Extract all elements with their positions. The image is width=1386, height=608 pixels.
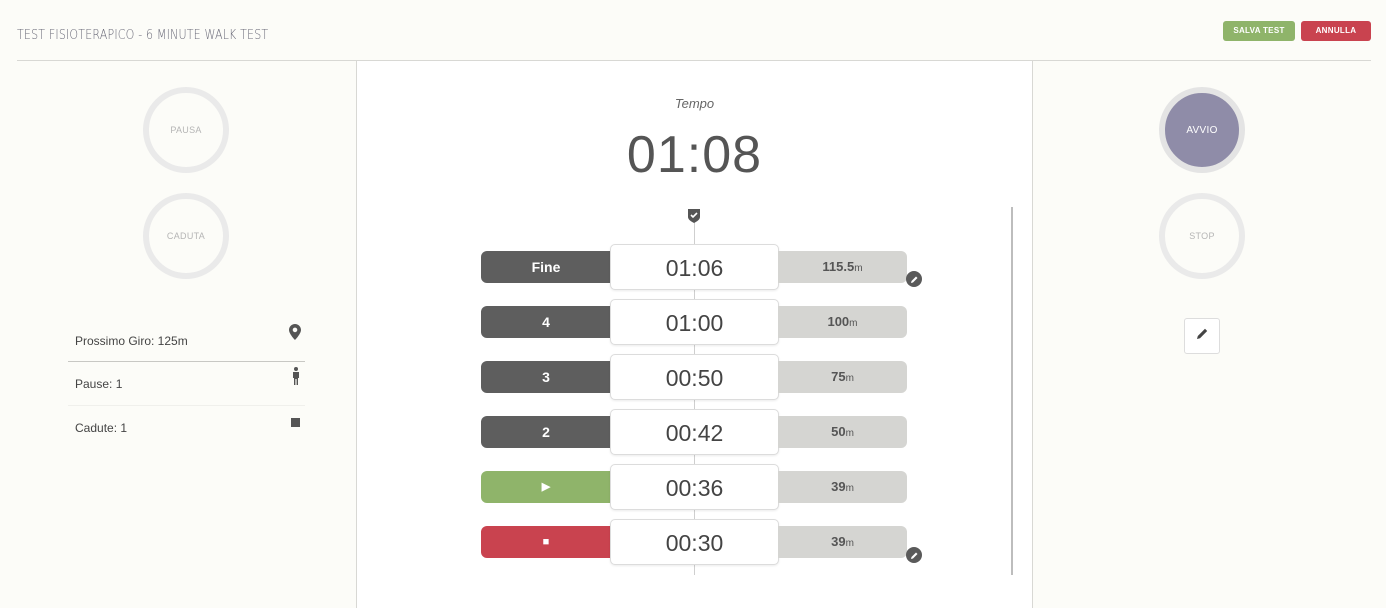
lap-distance: 39m xyxy=(778,526,907,558)
lap-row-start: ▶ 00:36 39m xyxy=(481,464,931,510)
timer-panel: Tempo 01:08 Fine 01:06 115.5m 4 01:00 10… xyxy=(357,61,1032,608)
info-row-pauses: Pause: 1 xyxy=(68,362,305,406)
info-row-falls: Cadute: 1 xyxy=(68,406,305,450)
lap-row-stop: ■ 00:30 39m xyxy=(481,519,931,565)
shield-check-icon xyxy=(687,208,701,228)
fall-button[interactable]: CADUTA xyxy=(143,193,229,279)
header-bar: TEST FISIOTERAPICO - 6 MINUTE WALK TEST … xyxy=(17,0,1371,61)
play-icon: ▶ xyxy=(481,471,611,503)
cancel-button[interactable]: ANNULLA xyxy=(1301,21,1371,41)
lap-distance: 50m xyxy=(778,416,907,448)
lap-time: 00:50 xyxy=(610,354,779,400)
edit-button[interactable] xyxy=(1184,318,1220,354)
tempo-value: 01:08 xyxy=(626,126,763,184)
info-list: Prossimo Giro: 125m Pause: 1 Cadute: 1 xyxy=(68,318,305,450)
lap-row: 3 00:50 75m xyxy=(481,354,931,400)
lap-time: 00:42 xyxy=(610,409,779,455)
edit-lap-icon[interactable] xyxy=(906,271,922,287)
scrollbar[interactable] xyxy=(1011,207,1013,575)
stop-square-icon: ■ xyxy=(481,526,611,558)
pencil-icon xyxy=(1196,327,1209,345)
lap-distance: 75m xyxy=(778,361,907,393)
lap-distance: 39m xyxy=(778,471,907,503)
lap-row: 2 00:42 50m xyxy=(481,409,931,455)
lap-row: Fine 01:06 115.5m xyxy=(481,244,931,290)
divider-right xyxy=(1032,61,1033,608)
square-icon xyxy=(291,416,300,430)
lap-label: Fine xyxy=(481,251,611,283)
lap-time: 00:36 xyxy=(610,464,779,510)
tempo-label: Tempo xyxy=(674,96,715,111)
start-button[interactable]: AVVIO xyxy=(1159,87,1245,173)
location-pin-icon xyxy=(289,324,301,343)
lap-time: 01:00 xyxy=(610,299,779,345)
pause-button[interactable]: PAUSA xyxy=(143,87,229,173)
lap-distance: 100m xyxy=(778,306,907,338)
lap-label: 3 xyxy=(481,361,611,393)
falls-label: Cadute: 1 xyxy=(75,421,128,435)
lap-label: 2 xyxy=(481,416,611,448)
person-icon xyxy=(291,367,301,388)
lap-time: 01:06 xyxy=(610,244,779,290)
pauses-label: Pause: 1 xyxy=(75,377,123,391)
save-test-button[interactable]: SALVA TEST xyxy=(1223,21,1295,41)
edit-lap-icon[interactable] xyxy=(906,547,922,563)
lap-label: 4 xyxy=(481,306,611,338)
lap-time: 00:30 xyxy=(610,519,779,565)
lap-distance: 115.5m xyxy=(778,251,907,283)
lap-row: 4 01:00 100m xyxy=(481,299,931,345)
stop-button[interactable]: STOP xyxy=(1159,193,1245,279)
page-title: TEST FISIOTERAPICO - 6 MINUTE WALK TEST xyxy=(17,28,269,43)
info-row-next-lap: Prossimo Giro: 125m xyxy=(68,318,305,362)
next-lap-label: Prossimo Giro: 125m xyxy=(75,334,188,348)
